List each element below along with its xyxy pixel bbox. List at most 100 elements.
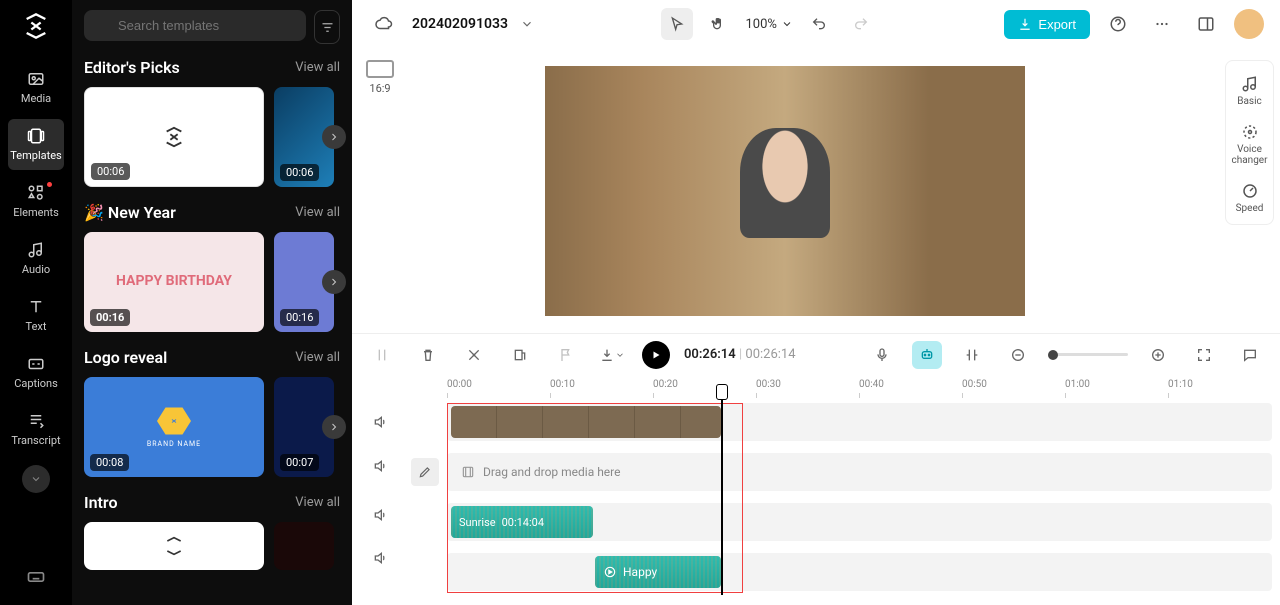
canvas-area[interactable]: 16:9	[352, 48, 1218, 333]
help-button[interactable]	[1102, 8, 1134, 40]
more-button[interactable]	[1146, 8, 1178, 40]
comment-button[interactable]	[1234, 339, 1266, 371]
nav-keyboard-button[interactable]	[26, 567, 46, 591]
template-card[interactable]: HAPPY BIRTHDAY 00:16	[84, 232, 264, 332]
track-edit-button[interactable]	[411, 458, 439, 486]
timeline-toolbar: 00:26:14 | 00:26:14	[352, 333, 1280, 375]
nav-audio[interactable]: Audio	[8, 233, 64, 284]
media-track[interactable]: Drag and drop media here	[447, 453, 1272, 491]
right-panel: Basic Voice changer Speed	[1218, 48, 1280, 333]
split-clip-button[interactable]	[956, 339, 988, 371]
nav-elements[interactable]: Elements	[8, 176, 64, 227]
nav-label: Captions	[14, 377, 58, 390]
track-mute-button[interactable]	[352, 539, 407, 577]
view-all-link[interactable]: View all	[295, 60, 340, 75]
template-duration: 00:06	[91, 163, 130, 180]
filter-button[interactable]	[314, 10, 340, 44]
nav-expand-button[interactable]	[22, 465, 50, 493]
hand-tool[interactable]	[703, 8, 735, 40]
app-logo[interactable]	[18, 8, 54, 44]
export-button[interactable]: Export	[1004, 10, 1090, 39]
chevron-down-icon[interactable]	[520, 17, 534, 31]
cursor-tool[interactable]	[366, 339, 398, 371]
view-all-link[interactable]: View all	[295, 495, 340, 510]
template-duration: 00:16	[90, 309, 130, 326]
template-duration: 00:07	[280, 454, 319, 471]
flag-button[interactable]	[550, 339, 582, 371]
track-mute-button[interactable]	[352, 491, 407, 539]
audio-clip-sunrise[interactable]: Sunrise 00:14:04	[451, 506, 593, 538]
track-mute-button[interactable]	[352, 403, 407, 441]
row-next-button[interactable]	[322, 270, 346, 294]
nav-label: Templates	[10, 149, 61, 162]
speed-tool[interactable]: Speed	[1226, 174, 1273, 222]
zoom-slider[interactable]	[1048, 353, 1128, 356]
ai-button[interactable]	[912, 341, 942, 369]
nav-media[interactable]: Media	[8, 62, 64, 113]
layout-button[interactable]	[1190, 8, 1222, 40]
editor-area: 202402091033 100% Export	[352, 0, 1280, 605]
nav-label: Transcript	[11, 434, 60, 447]
video-clip[interactable]	[451, 406, 721, 438]
template-text: BRAND NAME	[147, 440, 201, 448]
nav-text[interactable]: Text	[8, 290, 64, 341]
zoom-in-button[interactable]	[1142, 339, 1174, 371]
nav-label: Elements	[13, 206, 59, 219]
audio-clip-happy[interactable]: Happy	[595, 556, 721, 588]
nav-label: Media	[21, 92, 51, 105]
nav-label: Audio	[22, 263, 50, 276]
search-input[interactable]	[84, 10, 306, 41]
video-track[interactable]	[447, 403, 1272, 441]
zoom-dropdown[interactable]: 100%	[745, 17, 792, 32]
template-card[interactable]	[274, 522, 334, 570]
current-time: 00:26:14 | 00:26:14	[684, 347, 796, 362]
section-title: Logo reveal	[84, 348, 167, 367]
track-mute-button[interactable]	[352, 441, 407, 491]
templates-panel: Editor's Picks View all 00:06 00:06 🎉 Ne…	[72, 0, 352, 605]
zoom-out-button[interactable]	[1002, 339, 1034, 371]
crop-button[interactable]	[504, 339, 536, 371]
play-button[interactable]	[642, 341, 670, 369]
section-title: 🎉 New Year	[84, 203, 176, 222]
view-all-link[interactable]: View all	[295, 350, 340, 365]
mic-button[interactable]	[866, 339, 898, 371]
undo-button[interactable]	[803, 8, 835, 40]
drop-hint: Drag and drop media here	[461, 453, 621, 491]
section-title: Editor's Picks	[84, 58, 180, 77]
row-next-button[interactable]	[322, 415, 346, 439]
split-button[interactable]	[458, 339, 490, 371]
template-duration: 00:16	[280, 309, 319, 326]
download-button[interactable]	[596, 339, 628, 371]
top-bar: 202402091033 100% Export	[352, 0, 1280, 48]
aspect-ratio-button[interactable]: 16:9	[366, 60, 394, 95]
pointer-tool[interactable]	[661, 8, 693, 40]
fit-button[interactable]	[1188, 339, 1220, 371]
delete-button[interactable]	[412, 339, 444, 371]
avatar[interactable]	[1234, 9, 1264, 39]
music-icon	[603, 565, 617, 579]
template-card[interactable]	[84, 522, 264, 570]
nav-transcript[interactable]: Transcript	[8, 404, 64, 455]
nav-sidebar: Media Templates Elements Audio Text Capt…	[0, 0, 72, 605]
video-preview[interactable]	[545, 66, 1025, 316]
audio-track[interactable]: Happy	[447, 553, 1272, 591]
timeline-ruler[interactable]: 00:00 00:10 00:20 00:30 00:40 00:50 01:0…	[447, 379, 1280, 403]
nav-captions[interactable]: Captions	[8, 347, 64, 398]
project-name[interactable]: 202402091033	[412, 16, 508, 32]
playhead[interactable]	[721, 385, 723, 595]
section-title: Intro	[84, 493, 118, 512]
view-all-link[interactable]: View all	[295, 205, 340, 220]
template-duration: 00:06	[280, 164, 319, 181]
template-card[interactable]: 00:06	[84, 87, 264, 187]
basic-tool[interactable]: Basic	[1226, 67, 1273, 115]
template-card[interactable]: BRAND NAME 00:08	[84, 377, 264, 477]
nav-label: Text	[26, 320, 47, 333]
redo-button[interactable]	[845, 8, 877, 40]
nav-templates[interactable]: Templates	[8, 119, 64, 170]
voice-changer-tool[interactable]: Voice changer	[1226, 115, 1273, 174]
audio-track[interactable]: Sunrise 00:14:04	[447, 503, 1272, 541]
timeline: 00:00 00:10 00:20 00:30 00:40 00:50 01:0…	[352, 375, 1280, 605]
cloud-icon[interactable]	[368, 8, 400, 40]
row-next-button[interactable]	[322, 125, 346, 149]
film-icon	[461, 465, 475, 479]
